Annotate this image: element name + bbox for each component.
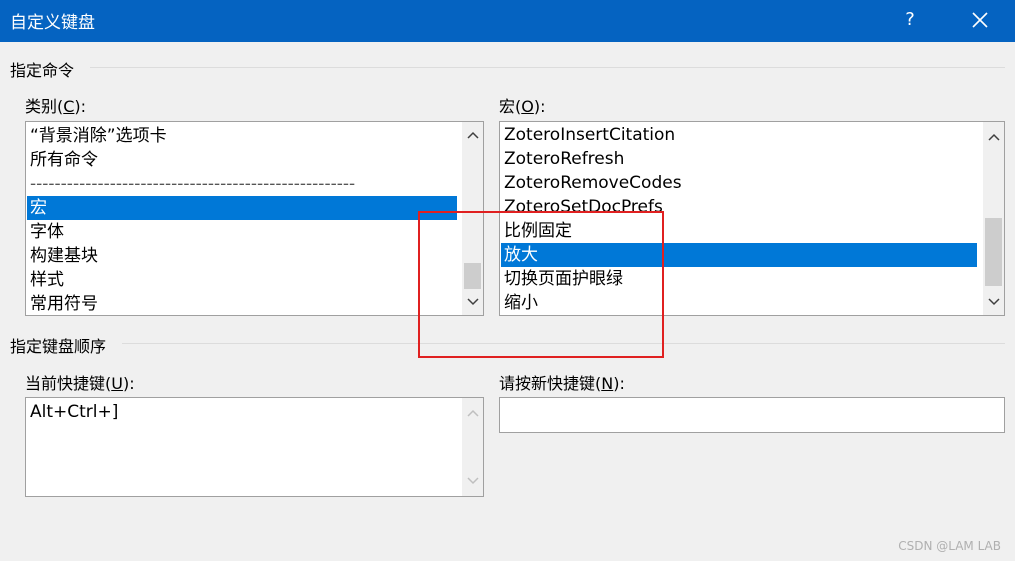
window-title: 自定义键盘 (10, 13, 95, 33)
specify-command-group-label: 指定命令 (10, 61, 75, 80)
scroll-down-button[interactable] (983, 291, 1004, 313)
list-item[interactable]: 字体 (27, 220, 457, 244)
scroll-down-button[interactable] (462, 291, 483, 313)
scroll-up-button (462, 402, 483, 424)
macros-label: 宏(O): (499, 97, 546, 116)
chevron-down-icon (466, 298, 479, 306)
chevron-up-icon (466, 131, 479, 139)
current-key-item[interactable]: Alt+Ctrl+] (27, 400, 118, 424)
list-item[interactable]: 切换页面护眼绿 (501, 267, 977, 291)
keyboard-sequence-group-label: 指定键盘顺序 (10, 337, 107, 356)
new-key-input[interactable] (499, 397, 1005, 433)
chevron-up-icon (466, 409, 479, 417)
list-item[interactable]: 构建基块 (27, 244, 457, 268)
macros-listbox[interactable]: ZoteroInsertCitation ZoteroRefresh ZoteroR… (499, 121, 1005, 316)
list-separator: ----------------------------------------… (30, 174, 356, 194)
help-button[interactable]: ? (898, 7, 922, 33)
current-keys-scrollbar (462, 398, 483, 496)
list-item[interactable]: ZoteroInsertCitation (501, 123, 977, 147)
group-divider (90, 67, 1005, 68)
chevron-down-icon (987, 298, 1000, 306)
list-item[interactable]: 放大 (501, 243, 977, 267)
scroll-up-button[interactable] (983, 126, 1004, 148)
list-item[interactable]: 所有命令 (27, 148, 457, 172)
close-button[interactable] (966, 6, 994, 34)
list-item[interactable]: 常用符号 (27, 292, 457, 315)
chevron-down-icon (466, 477, 479, 485)
scroll-thumb[interactable] (985, 218, 1002, 286)
group-divider (122, 343, 1005, 344)
watermark: CSDN @LAM LAB (898, 539, 1001, 553)
list-item[interactable]: 宏 (27, 196, 457, 220)
categories-scrollbar[interactable] (462, 122, 483, 315)
list-item[interactable]: ZoteroSetDocPrefs (501, 195, 977, 219)
chevron-up-icon (987, 133, 1000, 141)
close-icon (972, 12, 988, 28)
title-bar: 自定义键盘 ? (0, 0, 1015, 42)
list-item[interactable]: 比例固定 (501, 219, 977, 243)
categories-listbox[interactable]: “背景消除”选项卡 所有命令 ---------------------------… (25, 121, 484, 316)
list-item[interactable]: ZoteroRefresh (501, 147, 977, 171)
list-item[interactable]: 缩小 (501, 291, 977, 315)
current-keys-listbox[interactable]: Alt+Ctrl+] (25, 397, 484, 497)
list-item[interactable]: ZoteroRemoveCodes (501, 171, 977, 195)
macros-scrollbar[interactable] (983, 122, 1004, 315)
list-item[interactable]: 样式 (27, 268, 457, 292)
list-item[interactable]: “背景消除”选项卡 (27, 124, 457, 148)
new-key-label: 请按新快捷键(N): (499, 374, 625, 393)
current-keys-label: 当前快捷键(U): (25, 374, 135, 393)
scroll-up-button[interactable] (462, 124, 483, 146)
scroll-thumb[interactable] (464, 263, 481, 289)
scroll-down-button (462, 470, 483, 492)
categories-label: 类别(C): (25, 97, 87, 116)
